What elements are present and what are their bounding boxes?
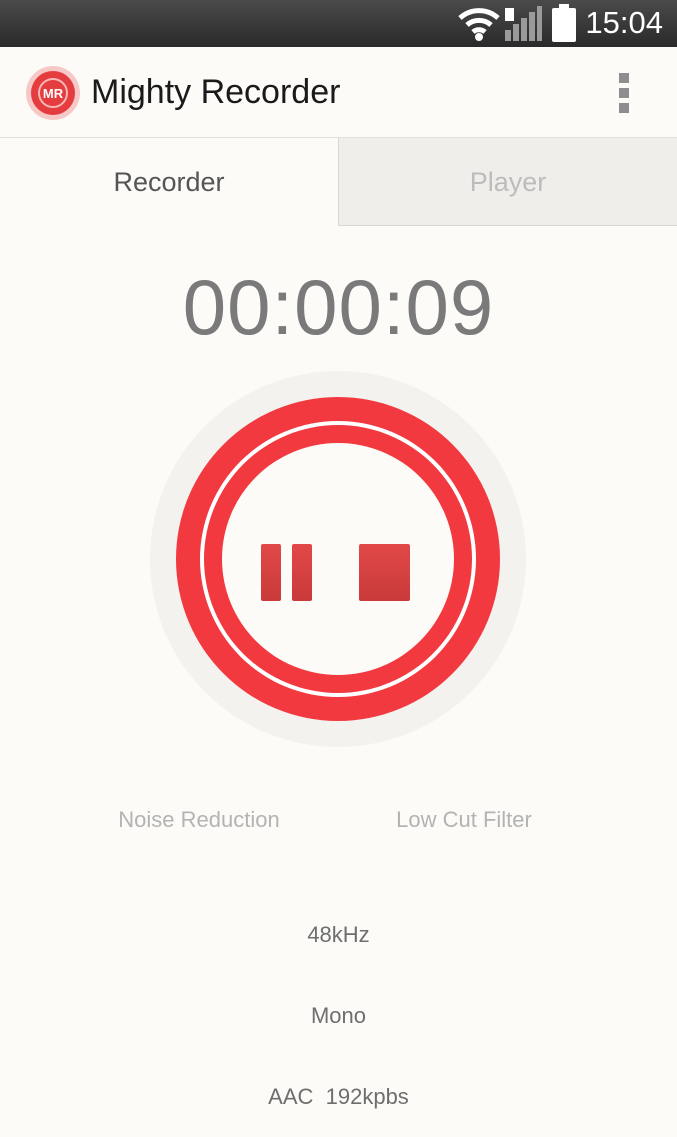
stop-icon <box>359 544 410 601</box>
tab-bar: Recorder Player <box>0 138 677 226</box>
battery-icon <box>552 4 576 42</box>
wifi-icon <box>458 8 500 41</box>
app-bar: MR Mighty Recorder <box>0 47 677 138</box>
app-logo-text: MR <box>43 86 64 101</box>
codec-label: AAC 192kpbs <box>268 1084 409 1109</box>
signal-icon <box>505 6 542 41</box>
format-info[interactable]: 48kHz Mono AAC 192kpbs <box>0 867 677 1137</box>
pause-button[interactable] <box>258 541 316 605</box>
stop-button[interactable] <box>357 541 413 603</box>
sample-rate-label: 48kHz <box>307 922 370 947</box>
app-title: Mighty Recorder <box>91 73 341 111</box>
status-bar: 15:04 <box>0 0 677 47</box>
tab-player[interactable]: Player <box>338 138 677 226</box>
record-control-ring <box>150 371 526 747</box>
noise-reduction-toggle[interactable]: Noise Reduction <box>92 805 306 835</box>
app-logo-icon: MR <box>26 66 80 120</box>
tab-recorder[interactable]: Recorder <box>0 138 338 226</box>
overflow-menu-icon[interactable] <box>606 71 642 115</box>
status-time: 15:04 <box>585 5 663 40</box>
low-cut-filter-toggle[interactable]: Low Cut Filter <box>370 805 558 835</box>
channels-label: Mono <box>310 1003 367 1028</box>
elapsed-timer: 00:00:09 <box>182 263 495 351</box>
